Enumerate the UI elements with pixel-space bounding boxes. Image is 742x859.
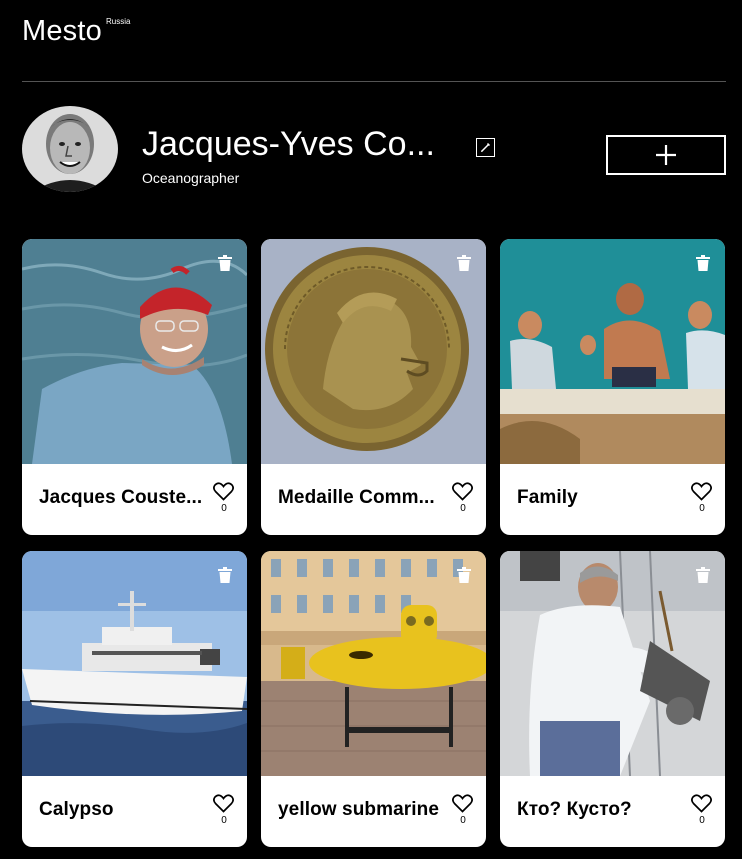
trash-icon[interactable]: [696, 567, 710, 583]
card-photo[interactable]: [500, 239, 725, 464]
card-title: Family: [517, 487, 578, 508]
trash-icon[interactable]: [457, 567, 471, 583]
card: Кто? Кусто? 0: [500, 551, 725, 847]
card: Calypso 0: [22, 551, 247, 847]
profile: Jacques-Yves Co... Oceanographer: [22, 106, 726, 196]
header: Mesto Russia: [22, 0, 726, 82]
logo-superscript: Russia: [106, 17, 131, 26]
like-count: 0: [221, 503, 227, 514]
card-photo[interactable]: [22, 551, 247, 776]
heart-icon[interactable]: [691, 482, 712, 501]
trash-icon[interactable]: [218, 567, 232, 583]
like-block: 0: [452, 482, 474, 514]
card: yellow submarine 0: [261, 551, 486, 847]
card-photo[interactable]: [500, 551, 725, 776]
heart-icon[interactable]: [213, 482, 234, 501]
edit-profile-button[interactable]: [476, 138, 495, 157]
card-photo[interactable]: [261, 239, 486, 464]
trash-icon[interactable]: [696, 255, 710, 271]
trash-icon[interactable]: [457, 255, 471, 271]
avatar[interactable]: [22, 106, 118, 192]
like-count: 0: [460, 503, 466, 514]
card: Family 0: [500, 239, 725, 535]
profile-about: Oceanographer: [142, 170, 240, 186]
like-count: 0: [221, 815, 227, 826]
plus-icon: [656, 145, 676, 165]
heart-icon[interactable]: [691, 794, 712, 813]
trash-icon[interactable]: [218, 255, 232, 271]
like-block: 0: [452, 794, 474, 826]
card-title: Jacques Couste...: [39, 487, 203, 508]
like-block: 0: [213, 482, 235, 514]
heart-icon[interactable]: [452, 794, 473, 813]
heart-icon[interactable]: [213, 794, 234, 813]
like-count: 0: [699, 503, 705, 514]
like-block: 0: [691, 794, 713, 826]
card-title: Кто? Кусто?: [517, 799, 632, 820]
pencil-icon: [480, 142, 491, 153]
card: Medaille Comm... 0: [261, 239, 486, 535]
card-title: Medaille Comm...: [278, 487, 435, 508]
logo: Mesto: [22, 15, 102, 47]
like-block: 0: [213, 794, 235, 826]
profile-name: Jacques-Yves Co...: [142, 125, 435, 163]
like-block: 0: [691, 482, 713, 514]
heart-icon[interactable]: [452, 482, 473, 501]
card: Jacques Couste... 0: [22, 239, 247, 535]
card-title: Calypso: [39, 799, 114, 820]
avatar-photo: [22, 106, 118, 192]
card-photo[interactable]: [22, 239, 247, 464]
card-photo[interactable]: [261, 551, 486, 776]
like-count: 0: [460, 815, 466, 826]
card-title: yellow submarine: [278, 799, 440, 820]
add-card-button[interactable]: [606, 135, 726, 175]
like-count: 0: [699, 815, 705, 826]
